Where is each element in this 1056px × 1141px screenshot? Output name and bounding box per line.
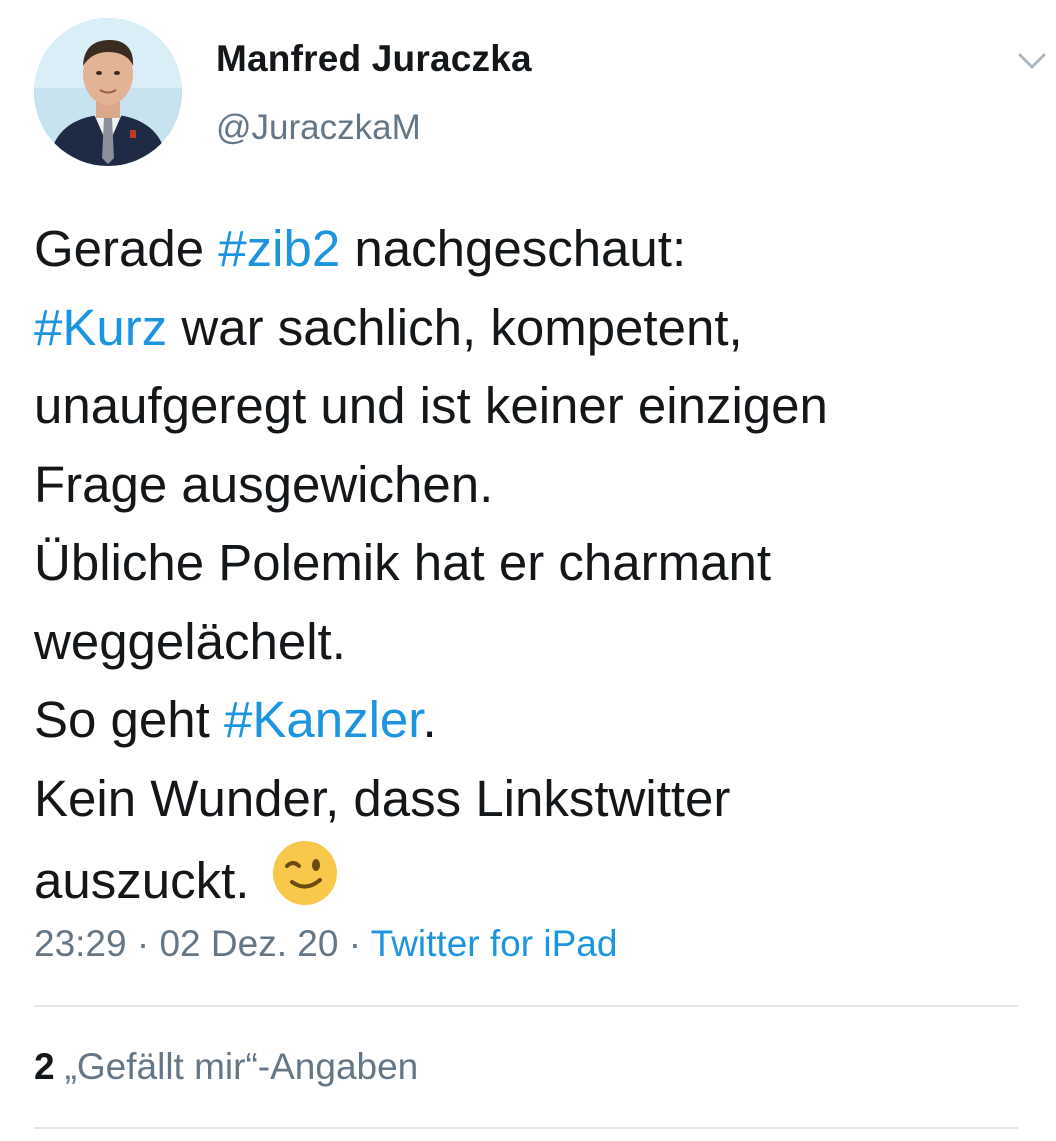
more-menu-button[interactable] — [1012, 42, 1052, 78]
divider — [34, 1005, 1018, 1007]
tweet-date[interactable]: 02 Dez. 20 — [159, 923, 338, 964]
hashtag-link[interactable]: #zib2 — [218, 220, 340, 277]
author-handle[interactable]: @JuraczkaM — [216, 108, 421, 148]
tweet-text-line: auszuckt. — [34, 838, 1034, 921]
tweet-meta: 23:29 · 02 Dez. 20 · Twitter for iPad — [34, 923, 617, 965]
meta-separator: · — [338, 923, 371, 964]
tweet-text-line: So geht #Kanzler. — [34, 681, 1034, 760]
tweet-text-segment: weggelächelt. — [34, 612, 346, 670]
tweet-text-line: Übliche Polemik hat er charmant — [34, 524, 1034, 603]
tweet-text-line: #Kurz war sachlich, kompetent, — [34, 289, 1034, 368]
winking-face-emoji — [270, 838, 340, 908]
tweet-source-link[interactable]: Twitter for iPad — [371, 923, 618, 964]
tweet-text-segment: Übliche Polemik hat er charmant — [34, 534, 771, 591]
tweet-text-line: Gerade #zib2 nachgeschaut: — [34, 210, 1034, 289]
tweet-text-segment: . — [422, 691, 437, 748]
chevron-down-icon — [1018, 53, 1046, 69]
avatar-photo — [34, 18, 182, 166]
tweet-text-segment: Kein Wunder, dass Linkstwitter — [34, 769, 731, 827]
tweet-text-segment: unaufgeregt und ist keiner einzigen — [34, 377, 828, 434]
hashtag-link[interactable]: #Kanzler — [224, 691, 422, 748]
divider — [34, 1127, 1018, 1129]
likes-stat[interactable]: 2 „Gefällt mir“-Angaben — [34, 1046, 418, 1088]
tweet-text-line: weggelächelt. — [34, 603, 1034, 682]
likes-label: „Gefällt mir“-Angaben — [64, 1046, 419, 1087]
meta-separator: · — [126, 923, 160, 964]
tweet-text-line: Kein Wunder, dass Linkstwitter — [34, 760, 1034, 839]
avatar[interactable] — [34, 18, 182, 166]
tweet: Manfred Juraczka @JuraczkaM Gerade #zib2… — [0, 0, 1056, 1141]
tweet-text-segment: So geht — [34, 691, 224, 748]
tweet-time[interactable]: 23:29 — [34, 923, 127, 964]
tweet-text-segment: war sachlich, kompetent, — [167, 298, 743, 356]
tweet-text: Gerade #zib2 nachgeschaut: #Kurz war sach… — [34, 210, 1034, 921]
tweet-text-segment: Frage ausgewichen. — [34, 455, 494, 513]
tweet-text-segment: auszuckt. — [34, 852, 264, 909]
tweet-text-line: unaufgeregt und ist keiner einzigen — [34, 367, 1034, 446]
hashtag-link[interactable]: #Kurz — [34, 299, 167, 356]
author-name[interactable]: Manfred Juraczka — [216, 38, 532, 80]
likes-count: 2 — [34, 1046, 55, 1087]
tweet-text-line: Frage ausgewichen. — [34, 446, 1034, 525]
tweet-text-segment: Gerade — [34, 220, 219, 277]
tweet-text-segment: nachgeschaut: — [340, 220, 687, 277]
